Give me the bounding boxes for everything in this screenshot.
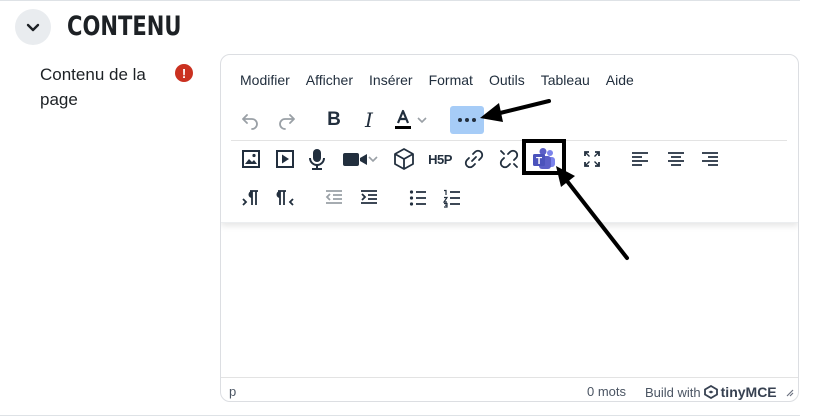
bottom-divider: [0, 415, 800, 416]
arrow-to-more-button: [494, 99, 551, 116]
arrow-to-teams-button: [565, 179, 629, 260]
arrow-head-teams: [556, 166, 575, 187]
arrow-head-more: [480, 103, 503, 122]
annotation-arrows: [480, 99, 629, 260]
